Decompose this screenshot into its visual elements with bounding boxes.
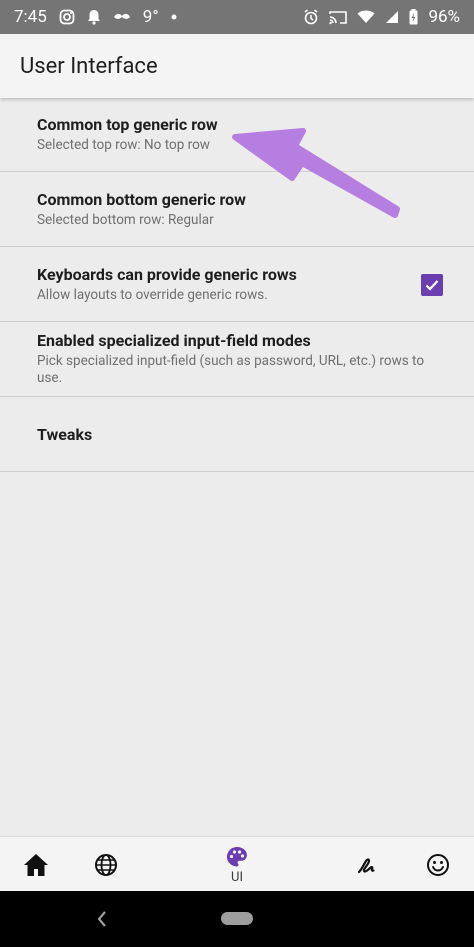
cast-icon: [329, 10, 348, 25]
app-bar: User Interface: [0, 34, 474, 98]
setting-specialized-input-modes[interactable]: Enabled specialized input-field modes Pi…: [0, 322, 474, 397]
status-time: 7:45: [14, 7, 47, 27]
nav-ui-label: UI: [231, 869, 243, 885]
status-bar: 7:45 9° 96%: [0, 0, 474, 34]
wifi-icon: [357, 10, 375, 24]
page-title: User Interface: [20, 53, 158, 79]
battery-percent: 96%: [428, 7, 460, 27]
home-icon: [24, 853, 48, 876]
gesture-icon: [357, 857, 375, 873]
setting-subtitle: Allow layouts to override generic rows.: [37, 286, 268, 303]
nav-home[interactable]: [11, 837, 61, 892]
home-pill-icon[interactable]: [221, 912, 253, 925]
mustache-icon: [113, 12, 131, 22]
dot-icon: [171, 14, 177, 20]
nav-languages[interactable]: [81, 837, 131, 892]
setting-title: Enabled specialized input-field modes: [37, 331, 311, 350]
setting-common-bottom-generic-row[interactable]: Common bottom generic row Selected botto…: [0, 172, 474, 247]
instagram-icon: [59, 9, 75, 25]
smiley-icon: [427, 853, 449, 876]
setting-subtitle: Selected top row: No top row: [37, 137, 210, 153]
nav-gestures[interactable]: [343, 837, 393, 892]
nav-emoji[interactable]: [413, 837, 463, 892]
globe-icon: [95, 853, 117, 876]
setting-common-top-generic-row[interactable]: Common top generic row Selected top row:…: [0, 98, 474, 172]
alarm-icon: [303, 9, 319, 25]
checkmark-icon: [425, 280, 439, 291]
battery-icon: [409, 9, 418, 25]
bottom-navigation: UI: [0, 836, 474, 892]
setting-subtitle: Selected bottom row: Regular: [37, 211, 214, 228]
system-navigation-bar: [0, 891, 474, 947]
palette-icon: [227, 846, 247, 866]
back-icon[interactable]: [94, 907, 110, 931]
setting-title: Common bottom generic row: [37, 189, 246, 209]
setting-title: Keyboards can provide generic rows: [37, 264, 297, 284]
signal-icon: [385, 10, 399, 24]
setting-subtitle: Pick specialized input-field (such as pa…: [37, 353, 425, 386]
nav-ui[interactable]: UI: [212, 837, 262, 892]
temperature-text: 9°: [142, 7, 159, 27]
setting-keyboards-generic-rows[interactable]: Keyboards can provide generic rows Allow…: [0, 247, 474, 322]
setting-tweaks[interactable]: Tweaks: [0, 397, 474, 472]
notification-bell-icon: [87, 9, 101, 25]
setting-title: Common top generic row: [37, 115, 218, 134]
settings-list: Common top generic row Selected top row:…: [0, 98, 474, 472]
setting-title: Tweaks: [37, 424, 93, 444]
generic-rows-checkbox[interactable]: [421, 274, 443, 296]
